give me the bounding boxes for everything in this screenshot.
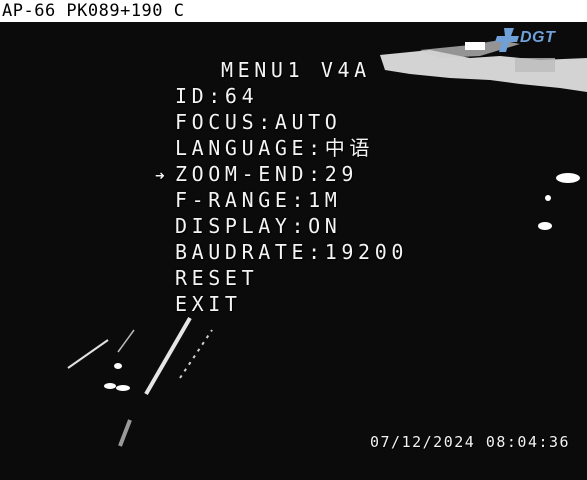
dgt-logo: DGT xyxy=(494,24,566,54)
timestamp: 07/12/2024 08:04:36 xyxy=(370,433,571,451)
menu-item[interactable]: FOCUS:AUTO xyxy=(175,109,341,135)
camera-label: AP-66 PK089+190 C xyxy=(2,1,185,21)
dgt-emblem-icon xyxy=(495,28,519,52)
camera-feed: AP-66 PK089+190 C DGT MENU1 V4A ID:64 FOC… xyxy=(0,0,587,480)
menu-item[interactable]: ZOOM-END:29 xyxy=(175,161,358,187)
menu-item[interactable]: BAUDRATE:19200 xyxy=(175,239,408,265)
menu-item[interactable]: DISPLAY:ON xyxy=(175,213,341,239)
menu-item[interactable]: F-RANGE:1M xyxy=(175,187,341,213)
arrow-right-icon: ➜ xyxy=(155,166,165,185)
menu-title: MENU1 V4A xyxy=(221,58,371,82)
menu-item[interactable]: LANGUAGE:中语 xyxy=(175,135,374,161)
logo-text: DGT xyxy=(520,29,556,46)
menu-item[interactable]: EXIT xyxy=(175,291,242,317)
camera-label-bar: AP-66 PK089+190 C xyxy=(0,0,587,22)
menu-item[interactable]: RESET xyxy=(175,265,258,291)
menu-item[interactable]: ID:64 xyxy=(175,83,258,109)
